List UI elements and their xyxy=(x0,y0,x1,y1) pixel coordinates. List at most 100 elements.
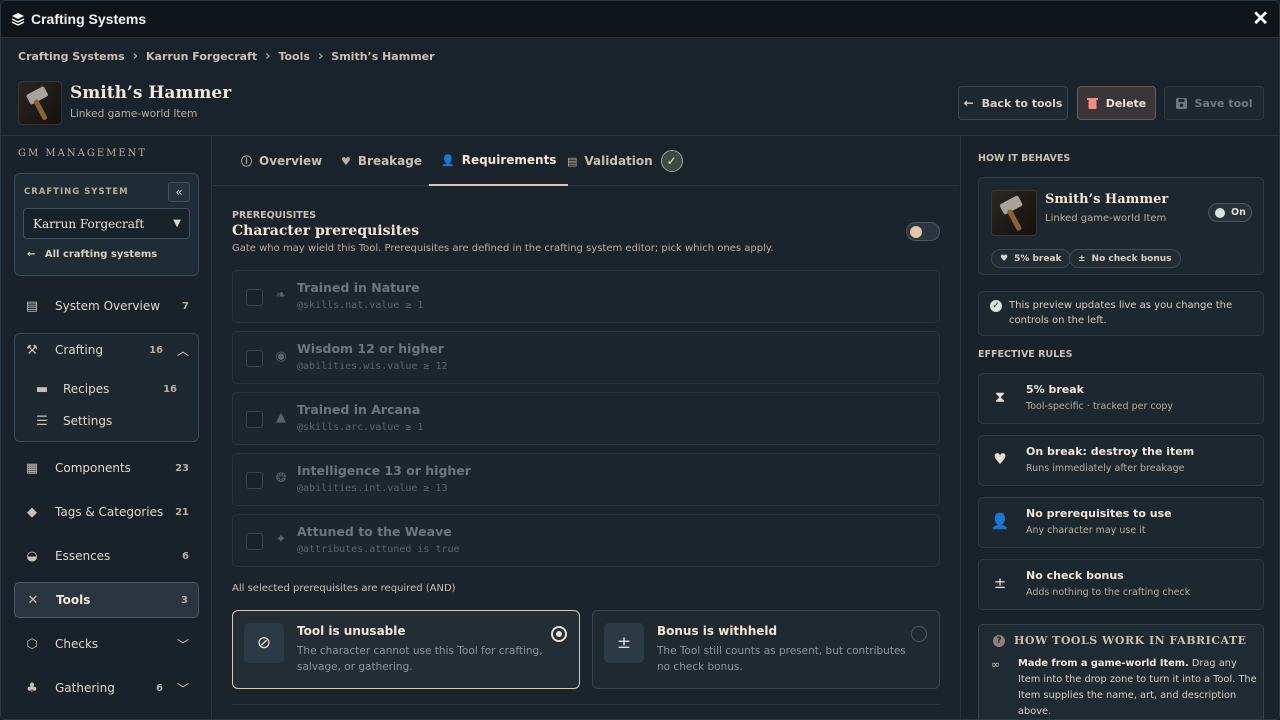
chevron-up-icon[interactable]: ︿ xyxy=(177,342,189,359)
tab-label: Breakage xyxy=(357,154,422,168)
sidebar-item-tags-categories[interactable]: ◆ Tags & Categories 21 xyxy=(14,494,199,530)
how-tools-work-box: ? HOW TOOLS WORK IN FABRICATE ∞ Made fro… xyxy=(978,624,1264,719)
tab-overview[interactable]: ⓘ Overview xyxy=(241,136,322,186)
collapse-sidebar-button[interactable]: « xyxy=(168,182,190,202)
sliders-icon: ☰ xyxy=(36,413,48,429)
prerequisite-formula: @abilities.int.value ≥ 13 xyxy=(297,483,448,494)
sidebar-item-checks[interactable]: ⬡ Checks ﹀ xyxy=(14,626,199,662)
window-title: Crafting Systems xyxy=(31,11,147,27)
how-tools-title: HOW TOOLS WORK IN FABRICATE xyxy=(1014,634,1247,647)
sidebar-item-label: Tags & Categories xyxy=(55,505,164,519)
prerequisite-item[interactable]: ❧ Trained in Nature @skills.nat.value ≥ … xyxy=(232,270,940,323)
sidebar-item-system-overview[interactable]: ▤ System Overview 7 xyxy=(14,288,199,324)
prerequisite-checkbox[interactable] xyxy=(246,289,263,306)
breadcrumb-system[interactable]: Karrun Forgecraft xyxy=(146,50,257,63)
crafting-systems-window: Crafting Systems ✕ Crafting Systems › Ka… xyxy=(0,0,1280,720)
sidebar-item-count: 6 xyxy=(182,550,189,562)
floppy-disk-icon xyxy=(1175,97,1187,109)
sidebar-item-label: Tools xyxy=(56,593,91,607)
breadcrumb-tools[interactable]: Tools xyxy=(278,50,309,63)
badge-label: No check bonus xyxy=(1091,253,1172,264)
rule-card: ± No check bonus Adds nothing to the cra… xyxy=(978,559,1264,610)
rule-description: Any character may use it xyxy=(1026,525,1146,536)
link-icon: ∞ xyxy=(991,658,1001,671)
tool-header: Smith’s Hammer Linked game-world Item ← … xyxy=(18,81,1264,125)
tab-validation[interactable]: ▤ Validation ✓ xyxy=(567,136,683,186)
sidebar-item-crafting[interactable]: ⚒ Crafting 16 ︿ xyxy=(14,332,199,368)
prerequisites-description: Gate who may wield this Tool. Prerequisi… xyxy=(232,243,774,254)
breadcrumb: Crafting Systems › Karrun Forgecraft › T… xyxy=(18,49,435,64)
prerequisite-item[interactable]: ✦ Attuned to the Weave @attributes.attun… xyxy=(232,514,940,567)
chevron-right-icon: › xyxy=(132,49,138,64)
save-tool-button[interactable]: Save tool xyxy=(1164,86,1264,120)
double-chevron-left-icon: « xyxy=(175,185,183,199)
leaf-icon: ❧ xyxy=(275,288,287,303)
sidebar-item-components[interactable]: ▦ Components 23 xyxy=(14,450,199,486)
seedling-icon: ♣ xyxy=(26,680,38,696)
delete-label: Delete xyxy=(1105,96,1147,110)
tab-breakage[interactable]: ♥ Breakage xyxy=(341,136,422,186)
tool-subtitle: Linked game-world Item xyxy=(70,108,198,120)
trash-icon xyxy=(1086,98,1098,109)
sidebar-item-recipes[interactable]: ▬ Recipes 16 xyxy=(14,371,199,407)
breadcrumb-crafting-systems[interactable]: Crafting Systems xyxy=(18,50,125,63)
option-title: Bonus is withheld xyxy=(657,624,778,638)
prerequisite-checkbox[interactable] xyxy=(246,472,263,489)
tool-preview-card: Smith’s Hammer Linked game-world Item On… xyxy=(978,177,1264,275)
chevron-down-icon[interactable]: ﹀ xyxy=(177,680,189,697)
all-crafting-systems-link[interactable]: ← All crafting systems xyxy=(27,249,157,260)
tab-requirements[interactable]: 👤 Requirements xyxy=(429,136,569,186)
prerequisite-checkbox[interactable] xyxy=(246,350,263,367)
rule-title: No check bonus xyxy=(1026,569,1124,582)
close-icon[interactable]: ✕ xyxy=(1252,9,1269,29)
rule-card: ⧗ 5% break Tool-specific · tracked per c… xyxy=(978,373,1264,424)
sidebar: GM MANAGEMENT CRAFTING SYSTEM « Karrun F… xyxy=(1,136,212,719)
prerequisite-title: Intelligence 13 or higher xyxy=(297,463,471,478)
prerequisite-item[interactable]: ◉ Wisdom 12 or higher @abilities.wis.val… xyxy=(232,331,940,384)
sidebar-item-label: Components xyxy=(55,461,131,475)
sidebar-item-essences[interactable]: ◒ Essences 6 xyxy=(14,538,199,574)
crafting-system-label: CRAFTING SYSTEM xyxy=(24,187,129,197)
prerequisite-checkbox[interactable] xyxy=(246,411,263,428)
hammer-icon xyxy=(26,86,48,120)
option-radio[interactable] xyxy=(551,626,567,642)
tab-label: Requirements xyxy=(461,153,557,167)
prerequisite-checkbox[interactable] xyxy=(246,533,263,550)
sidebar-section-title: GM MANAGEMENT xyxy=(18,148,148,159)
sidebar-item-count: 3 xyxy=(181,594,188,606)
option-bonus-withheld[interactable]: ± Bonus is withheld The Tool still count… xyxy=(592,610,940,689)
prerequisites-toggle[interactable] xyxy=(906,222,940,241)
option-tool-unusable[interactable]: ⊘ Tool is unusable The character cannot … xyxy=(232,610,580,689)
prerequisite-formula: @skills.nat.value ≥ 1 xyxy=(297,300,424,311)
sidebar-item-tools[interactable]: ✕ Tools 3 xyxy=(14,582,199,618)
arrow-left-icon: ← xyxy=(27,249,36,260)
back-to-tools-button[interactable]: ← Back to tools xyxy=(958,86,1068,120)
option-title: Tool is unusable xyxy=(297,624,406,638)
sidebar-item-label: Gathering xyxy=(55,681,115,695)
sidebar-item-label: Checks xyxy=(55,637,99,651)
prerequisite-title: Trained in Arcana xyxy=(297,402,421,417)
prerequisites-title: Character prerequisites xyxy=(232,223,420,239)
prerequisite-formula: @abilities.wis.value ≥ 12 xyxy=(297,361,448,372)
how-it-behaves-title: HOW IT BEHAVES xyxy=(978,153,1071,164)
crafting-system-select[interactable]: Karrun Forgecraft ▼ xyxy=(23,208,190,239)
enabled-toggle[interactable]: On xyxy=(1208,203,1252,222)
brain-icon: ❂ xyxy=(275,471,287,486)
break-badge: ♥ 5% break xyxy=(991,249,1071,268)
rule-description: Tool-specific · tracked per copy xyxy=(1026,401,1174,412)
option-radio[interactable] xyxy=(911,626,927,642)
prerequisite-item[interactable]: ▲ Trained in Arcana @skills.arc.value ≥ … xyxy=(232,392,940,445)
sidebar-item-count: 16 xyxy=(163,383,177,395)
rule-description: Runs immediately after breakage xyxy=(1026,463,1185,474)
delete-button[interactable]: Delete xyxy=(1077,86,1156,120)
prerequisite-item[interactable]: ❂ Intelligence 13 or higher @abilities.i… xyxy=(232,453,940,506)
sidebar-item-settings[interactable]: ☰ Settings xyxy=(14,403,199,439)
prerequisite-title: Trained in Nature xyxy=(297,280,420,295)
tab-bar: ⓘ Overview ♥ Breakage 👤 Requirements ▤ V… xyxy=(213,136,959,186)
chevron-down-icon[interactable]: ﹀ xyxy=(177,636,189,653)
user-lock-icon: 👤 xyxy=(990,512,1010,530)
badge-label: 5% break xyxy=(1014,253,1062,264)
rule-title: On break: destroy the item xyxy=(1026,445,1195,458)
eye-icon: ◉ xyxy=(275,349,287,364)
sidebar-item-gathering[interactable]: ♣ Gathering 6 ﹀ xyxy=(14,670,199,706)
